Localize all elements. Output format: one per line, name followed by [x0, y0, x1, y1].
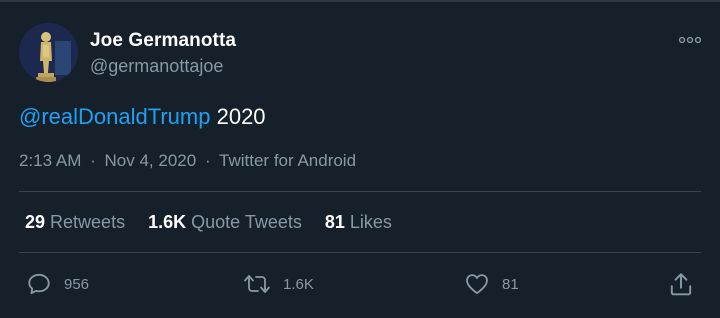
retweet-count: 1.6K — [283, 275, 314, 293]
meta-separator: · — [204, 151, 211, 170]
like-button[interactable]: 81 — [464, 270, 519, 298]
tweet-source[interactable]: Twitter for Android — [219, 151, 356, 170]
meta-separator: · — [90, 151, 96, 170]
like-count: 81 — [502, 275, 519, 293]
heart-icon — [466, 274, 488, 295]
reply-icon — [28, 273, 50, 295]
tweet-text: @realDonaldTrump 2020 — [19, 104, 266, 130]
quote-tweets-stat[interactable]: 1.6K Quote Tweets — [148, 212, 302, 233]
engagement-stats: 29 Retweets 1.6K Quote Tweets 81 Likes — [25, 212, 415, 233]
tweet-body: 2020 — [210, 104, 266, 129]
avatar[interactable] — [19, 23, 78, 82]
author-display-name[interactable]: Joe Germanotta — [90, 30, 236, 52]
retweets-label: Retweets — [50, 212, 126, 232]
divider — [19, 252, 701, 253]
share-icon — [670, 273, 692, 296]
oscar-statuette-image — [19, 23, 78, 82]
tweet-metadata: 2:13 AM · Nov 4, 2020 · Twitter for Andr… — [19, 151, 356, 171]
quote-tweets-label: Quote Tweets — [191, 212, 302, 232]
quote-tweets-count: 1.6K — [148, 212, 187, 232]
likes-stat[interactable]: 81 Likes — [325, 212, 392, 233]
retweet-icon — [244, 275, 270, 293]
tweet-time[interactable]: 2:13 AM — [19, 151, 81, 170]
reply-button[interactable]: 956 — [26, 270, 89, 298]
author-handle[interactable]: @germanottajoe — [90, 56, 223, 77]
more-horizontal-icon[interactable] — [678, 30, 702, 50]
reply-count: 956 — [64, 275, 90, 293]
retweets-count: 29 — [25, 212, 46, 232]
retweet-button[interactable]: 1.6K — [243, 270, 314, 298]
retweets-stat[interactable]: 29 Retweets — [25, 212, 125, 233]
top-divider — [0, 0, 720, 2]
share-button[interactable] — [668, 270, 694, 298]
likes-count: 81 — [324, 212, 345, 232]
likes-label: Likes — [349, 212, 392, 232]
tweet-date[interactable]: Nov 4, 2020 — [105, 151, 197, 170]
divider — [19, 191, 701, 192]
mention-link[interactable]: @realDonaldTrump — [19, 104, 210, 129]
